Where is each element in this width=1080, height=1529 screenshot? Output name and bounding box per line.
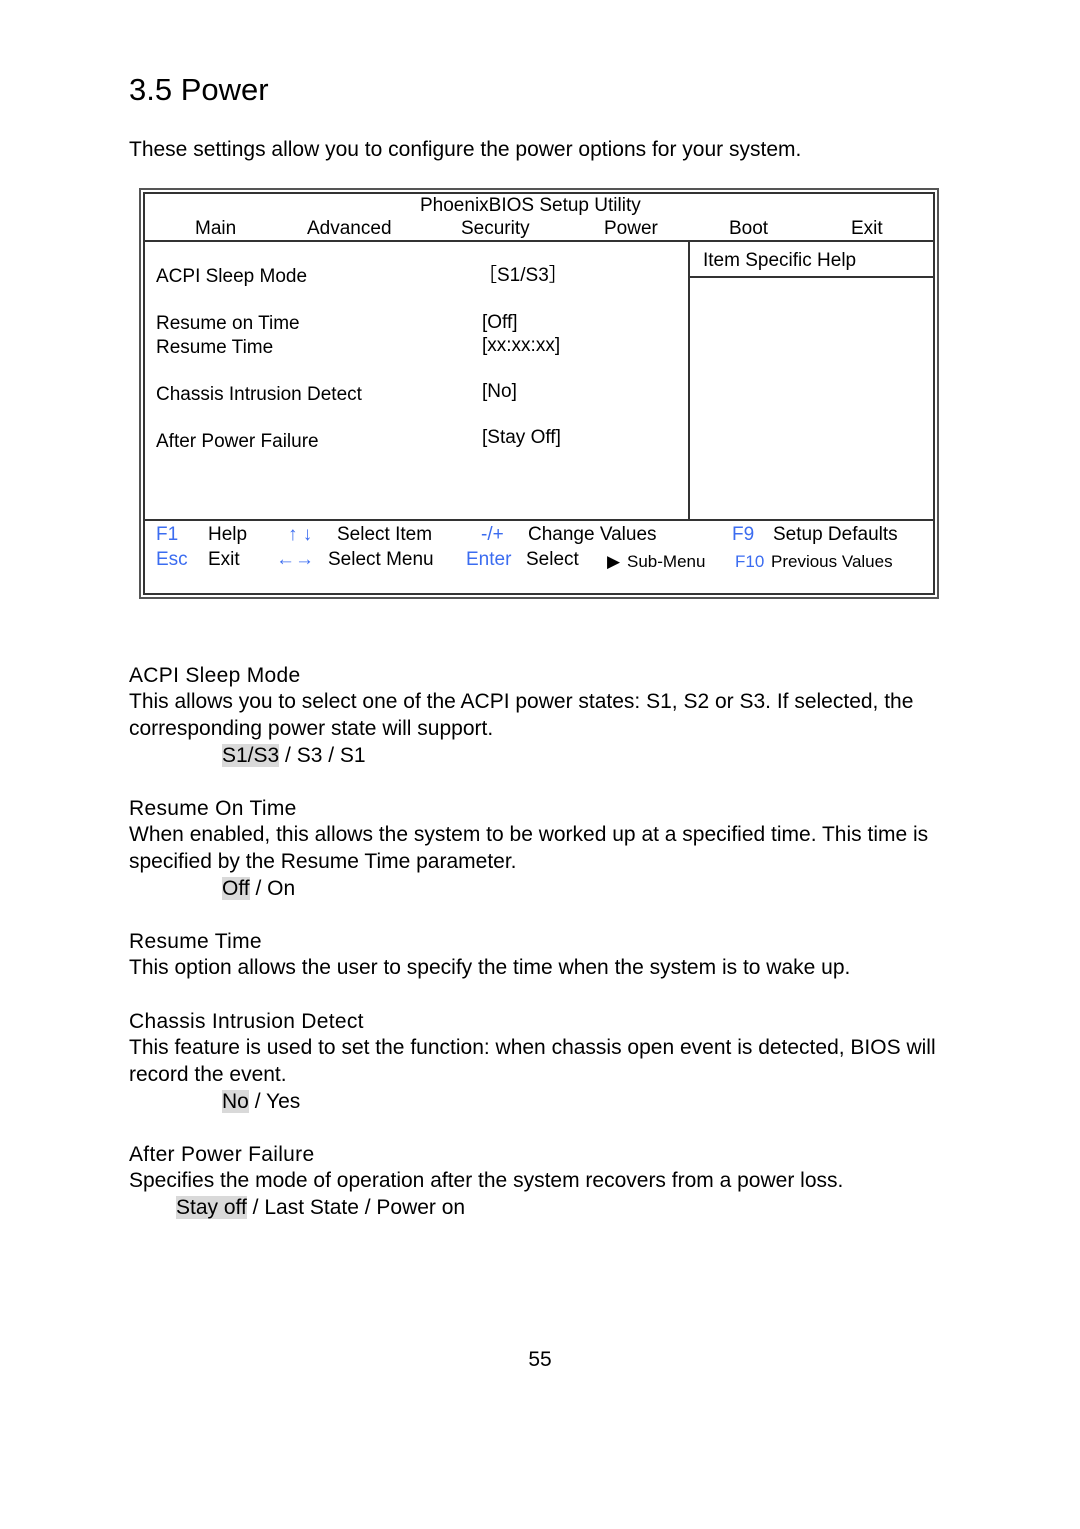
key-previous-values-label: Previous Values bbox=[771, 552, 893, 571]
setting-label-acpi-sleep-mode[interactable]: ACPI Sleep Mode bbox=[156, 266, 307, 288]
key-enter: Enter bbox=[466, 549, 512, 570]
setting-label-resume-on-time[interactable]: Resume on Time bbox=[156, 313, 300, 335]
bios-help-divider bbox=[688, 240, 690, 520]
other-options: / Last State / Power on bbox=[246, 1196, 466, 1219]
bios-help-title-divider bbox=[688, 276, 935, 278]
bios-tab-advanced[interactable]: Advanced bbox=[307, 218, 392, 240]
options-after-power-failure: Stay off / Last State / Power on bbox=[176, 1194, 465, 1221]
section-text-resume-time: This option allows the user to specify t… bbox=[129, 956, 851, 979]
default-option: Off bbox=[222, 877, 250, 900]
bios-tab-power[interactable]: Power bbox=[604, 218, 658, 240]
options-resume-on-time: Off / On bbox=[222, 875, 295, 902]
key-select-item-label: Select Item bbox=[337, 524, 433, 545]
key-select-label: Select bbox=[526, 549, 579, 570]
key-setup-defaults-label: Setup Defaults bbox=[773, 524, 898, 545]
setting-value-acpi-sleep-mode[interactable]: ［S1/S3］ bbox=[478, 265, 568, 287]
key-change-values-label: Change Values bbox=[528, 524, 657, 545]
other-options: / Yes bbox=[248, 1090, 301, 1113]
options-acpi-sleep-mode: S1/S3 / S3 / S1 bbox=[222, 742, 366, 769]
bios-tab-exit[interactable]: Exit bbox=[851, 218, 883, 240]
bios-footer-divider bbox=[143, 519, 935, 521]
key-esc: Esc bbox=[156, 549, 188, 570]
section-heading-chassis-intrusion: Chassis Intrusion Detect bbox=[129, 1010, 364, 1033]
setting-value-resume-on-time[interactable]: [Off] bbox=[482, 312, 518, 334]
key-f1: F1 bbox=[156, 524, 179, 545]
key-exit-label: Exit bbox=[208, 549, 240, 570]
setting-label-after-power-failure[interactable]: After Power Failure bbox=[156, 431, 319, 453]
key-minus-plus: -/+ bbox=[481, 524, 504, 545]
section-text-chassis-intrusion: This feature is used to set the function… bbox=[129, 1036, 936, 1086]
setting-label-chassis-intrusion[interactable]: Chassis Intrusion Detect bbox=[156, 384, 362, 406]
left-right-arrows-icon: ←→ bbox=[276, 549, 314, 570]
default-option: S1/S3 bbox=[222, 744, 280, 767]
section-heading-resume-on-time: Resume On Time bbox=[129, 797, 297, 820]
submenu-triangle-icon: ▶ bbox=[607, 552, 621, 571]
setting-value-after-power-failure[interactable]: [Stay Off] bbox=[482, 427, 561, 449]
bios-tab-boot[interactable]: Boot bbox=[729, 218, 768, 240]
key-submenu-label: Sub-Menu bbox=[627, 552, 706, 571]
bios-tab-security[interactable]: Security bbox=[461, 218, 530, 240]
default-option: Stay off bbox=[176, 1196, 247, 1219]
other-options: / On bbox=[249, 877, 296, 900]
setting-label-resume-time[interactable]: Resume Time bbox=[156, 337, 273, 359]
key-f10: F10 bbox=[735, 552, 765, 571]
section-heading-acpi-sleep-mode: ACPI Sleep Mode bbox=[129, 664, 301, 687]
default-option: No bbox=[222, 1090, 249, 1113]
bios-tab-main[interactable]: Main bbox=[195, 218, 236, 240]
bios-menu-divider bbox=[143, 240, 935, 242]
key-f9: F9 bbox=[732, 524, 755, 545]
section-text-acpi-sleep-mode: This allows you to select one of the ACP… bbox=[129, 690, 914, 740]
setting-value-resume-time[interactable]: [xx:xx:xx] bbox=[482, 335, 560, 357]
key-help-label: Help bbox=[208, 524, 248, 545]
other-options: / S3 / S1 bbox=[279, 744, 366, 767]
bios-utility-title: PhoenixBIOS Setup Utility bbox=[420, 195, 641, 216]
key-select-menu-label: Select Menu bbox=[328, 549, 434, 570]
page-title: 3.5 Power bbox=[129, 72, 269, 107]
section-text-resume-on-time: When enabled, this allows the system to … bbox=[129, 823, 929, 873]
bios-help-title: Item Specific Help bbox=[703, 250, 857, 271]
up-down-arrows-icon: ↑ ↓ bbox=[288, 524, 313, 545]
section-heading-resume-time: Resume Time bbox=[129, 930, 262, 953]
section-heading-after-power-failure: After Power Failure bbox=[129, 1143, 315, 1166]
section-text-after-power-failure: Specifies the mode of operation after th… bbox=[129, 1169, 844, 1192]
intro-text: These settings allow you to configure th… bbox=[129, 138, 802, 161]
setting-value-chassis-intrusion[interactable]: [No] bbox=[482, 381, 517, 403]
options-chassis-intrusion: No / Yes bbox=[222, 1088, 300, 1115]
page-number: 55 bbox=[528, 1348, 552, 1371]
